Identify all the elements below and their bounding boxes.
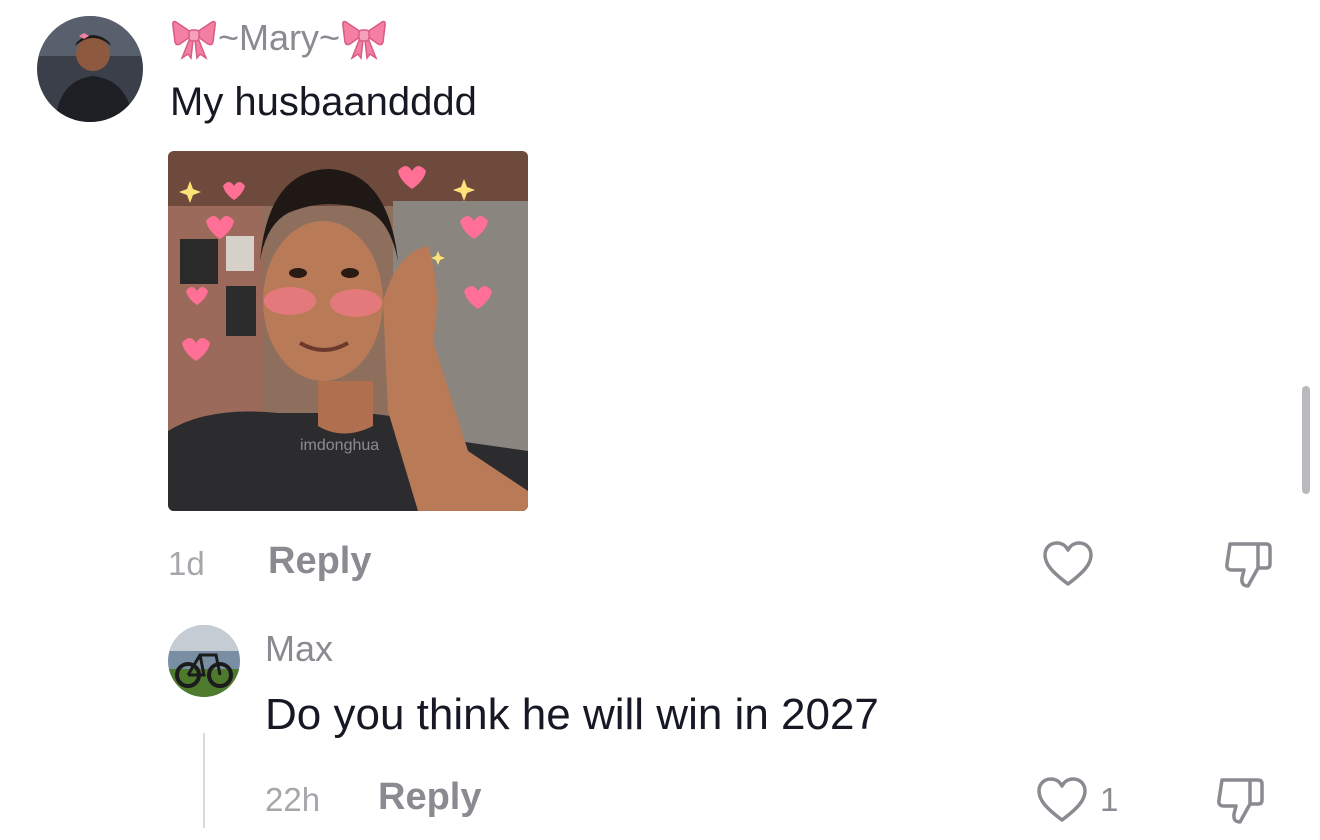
image-watermark: imdonghua [300, 437, 380, 454]
comment-text: My husbaandddd [170, 80, 477, 124]
heart-outline-icon[interactable] [1042, 540, 1094, 588]
commenter-avatar[interactable] [168, 625, 240, 697]
reply-button[interactable]: Reply [268, 540, 371, 583]
username[interactable]: ~Mary~ [170, 16, 388, 60]
commenter-avatar[interactable] [37, 16, 143, 122]
comment-timestamp: 1d [168, 545, 205, 582]
ribbon-bow-icon [340, 16, 388, 60]
thread-connector-line [203, 733, 205, 828]
username-text[interactable]: ~Mary~ [218, 17, 340, 59]
thumbs-down-icon[interactable] [1214, 772, 1266, 826]
like-count: 1 [1100, 781, 1119, 818]
comment-text: Do you think he will win in 2027 [265, 690, 879, 739]
comment-timestamp: 22h [265, 781, 321, 818]
ribbon-bow-icon [170, 16, 218, 60]
comment-image[interactable]: imdonghua [168, 151, 528, 511]
reply-button[interactable]: Reply [378, 776, 481, 819]
heart-outline-icon[interactable] [1036, 776, 1088, 824]
thumbs-down-icon[interactable] [1222, 536, 1274, 590]
scrollbar[interactable] [1302, 386, 1310, 494]
username[interactable]: Max [265, 628, 333, 670]
